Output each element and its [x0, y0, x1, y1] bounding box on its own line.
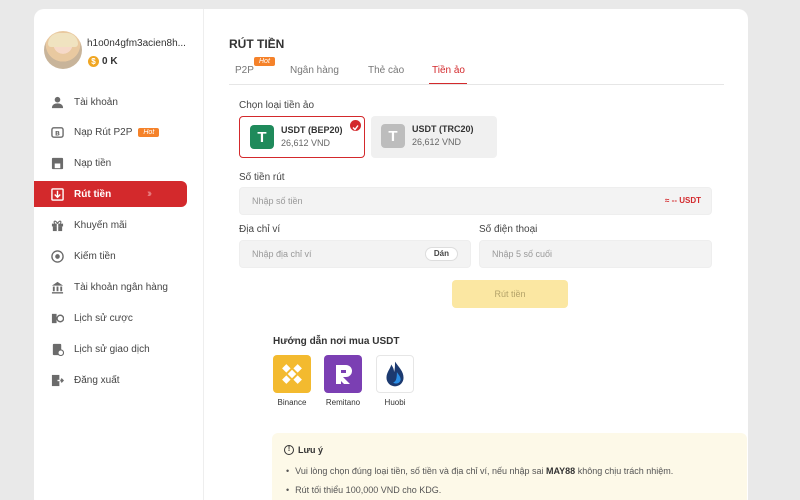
hot-badge: Hot — [138, 127, 160, 137]
sidebar-item-transaction-history[interactable]: Lịch sử giao dịch — [34, 336, 204, 362]
sidebar-item-withdraw[interactable]: Rút tiền ››› — [34, 181, 187, 207]
sidebar-item-label: Lịch sử cược — [74, 312, 133, 324]
sidebar-item-label: Đăng xuất — [74, 374, 120, 386]
bank-icon — [50, 280, 64, 294]
p2p-icon: B — [50, 125, 64, 139]
remitano-icon[interactable] — [324, 355, 362, 393]
tab-bank[interactable]: Ngân hàng — [290, 65, 339, 76]
avatar[interactable] — [44, 31, 82, 69]
sidebar-item-label: Tài khoản — [74, 96, 118, 108]
wallet-input[interactable]: Nhập địa chỉ ví Dán — [239, 240, 471, 268]
tab-active-underline — [429, 83, 467, 84]
coin-icon: $ — [88, 56, 99, 67]
exchange-name: Remitano — [325, 398, 361, 407]
tab-bar: P2P Hot Ngân hàng Thẻ cào Tiền ảo — [229, 57, 724, 85]
username: h1o0n4gfm3acien8h... — [87, 38, 186, 49]
sidebar-item-label: Nạp tiền — [74, 157, 112, 169]
earn-icon — [50, 249, 64, 263]
sidebar-item-promotion[interactable]: Khuyến mãi — [34, 212, 204, 238]
sidebar-item-bank-account[interactable]: Tài khoản ngân hàng — [34, 274, 204, 300]
amount-input[interactable]: Nhập số tiền ≈ -- USDT — [239, 187, 712, 215]
chevron-right-icon: ››› — [147, 188, 152, 200]
withdraw-submit-button[interactable]: Rút tiền — [452, 280, 568, 308]
sidebar: h1o0n4gfm3acien8h... $ 0 K Tài khoản B N… — [34, 9, 204, 500]
amount-conversion: ≈ -- USDT — [665, 196, 701, 205]
coin-option-trc20[interactable]: T USDT (TRC20) 26,612 VND — [371, 116, 497, 158]
notice-text: Vui lòng chọn đúng loại tiền, số tiền và… — [295, 466, 546, 476]
tab-p2p[interactable]: P2P Hot — [235, 57, 275, 76]
notice-box: ! Lưu ý Vui lòng chọn đúng loại tiền, số… — [272, 433, 747, 500]
notice-text: không chịu trách nhiệm. — [575, 466, 674, 476]
paste-button[interactable]: Dán — [424, 247, 458, 261]
transaction-history-icon — [50, 342, 64, 356]
sidebar-item-account[interactable]: Tài khoản — [34, 89, 204, 115]
bet-history-icon — [50, 311, 64, 325]
tether-icon: T — [250, 125, 274, 149]
sidebar-item-bet-history[interactable]: Lịch sử cược — [34, 305, 204, 331]
coin-type-label: Chọn loại tiền ảo — [239, 100, 315, 111]
brand-name: MAY88 — [546, 466, 576, 476]
sidebar-item-label: Rút tiền — [74, 188, 112, 200]
sidebar-item-logout[interactable]: Đăng xuất — [34, 367, 204, 393]
tab-crypto[interactable]: Tiền ảo — [432, 65, 465, 76]
withdraw-main: RÚT TIỀN P2P Hot Ngân hàng Thẻ cào Tiền … — [229, 9, 747, 500]
user-icon — [50, 95, 64, 109]
account-panel: h1o0n4gfm3acien8h... $ 0 K Tài khoản B N… — [34, 9, 748, 500]
huobi-icon[interactable] — [376, 355, 414, 393]
tab-card[interactable]: Thẻ cào — [368, 65, 404, 76]
coin-name: USDT (TRC20) — [412, 124, 474, 134]
page-title: RÚT TIỀN — [229, 37, 285, 51]
sidebar-item-label: Tài khoản ngân hàng — [74, 281, 168, 293]
withdraw-icon — [50, 187, 64, 201]
coin-option-bep20[interactable]: T USDT (BEP20) 26,612 VND — [239, 116, 365, 158]
binance-icon[interactable] — [273, 355, 311, 393]
tab-label: P2P — [235, 65, 254, 76]
wallet-label: Địa chỉ ví — [239, 224, 281, 235]
deposit-icon — [50, 156, 64, 170]
notice-line: Rút tối thiểu 100,000 VND cho KDG. — [286, 485, 441, 495]
sidebar-item-deposit[interactable]: Nạp tiền — [34, 150, 204, 176]
guide-title: Hướng dẫn nơi mua USDT — [273, 336, 400, 347]
sidebar-item-label: Kiếm tiền — [74, 250, 116, 262]
logout-icon — [50, 373, 64, 387]
svg-text:B: B — [55, 129, 60, 137]
amount-placeholder: Nhập số tiền — [252, 196, 303, 206]
tether-icon: T — [381, 124, 405, 148]
coin-rate: 26,612 VND — [412, 137, 462, 147]
sidebar-item-label: Khuyến mãi — [74, 219, 127, 231]
phone-input[interactable]: Nhập 5 số cuối — [479, 240, 712, 268]
amount-label: Số tiền rút — [239, 172, 285, 183]
hot-badge: Hot — [254, 57, 275, 66]
coin-rate: 26,612 VND — [281, 138, 331, 148]
sidebar-item-earn[interactable]: Kiếm tiền — [34, 243, 204, 269]
check-icon — [350, 120, 361, 131]
notice-title: Lưu ý — [298, 445, 324, 455]
gift-icon — [50, 218, 64, 232]
coin-name: USDT (BEP20) — [281, 125, 343, 135]
info-icon: ! — [284, 445, 294, 455]
notice-line: Vui lòng chọn đúng loại tiền, số tiền và… — [286, 466, 673, 476]
sidebar-item-label: Nạp Rút P2P — [74, 126, 133, 138]
balance: 0 K — [102, 56, 118, 67]
sidebar-item-p2p[interactable]: B Nạp Rút P2P Hot — [34, 119, 204, 145]
wallet-placeholder: Nhập địa chỉ ví — [252, 249, 312, 259]
sidebar-item-label: Lịch sử giao dịch — [74, 343, 150, 355]
phone-placeholder: Nhập 5 số cuối — [492, 249, 553, 259]
exchange-name: Huobi — [384, 398, 406, 407]
phone-label: Số điện thoại — [479, 224, 538, 235]
